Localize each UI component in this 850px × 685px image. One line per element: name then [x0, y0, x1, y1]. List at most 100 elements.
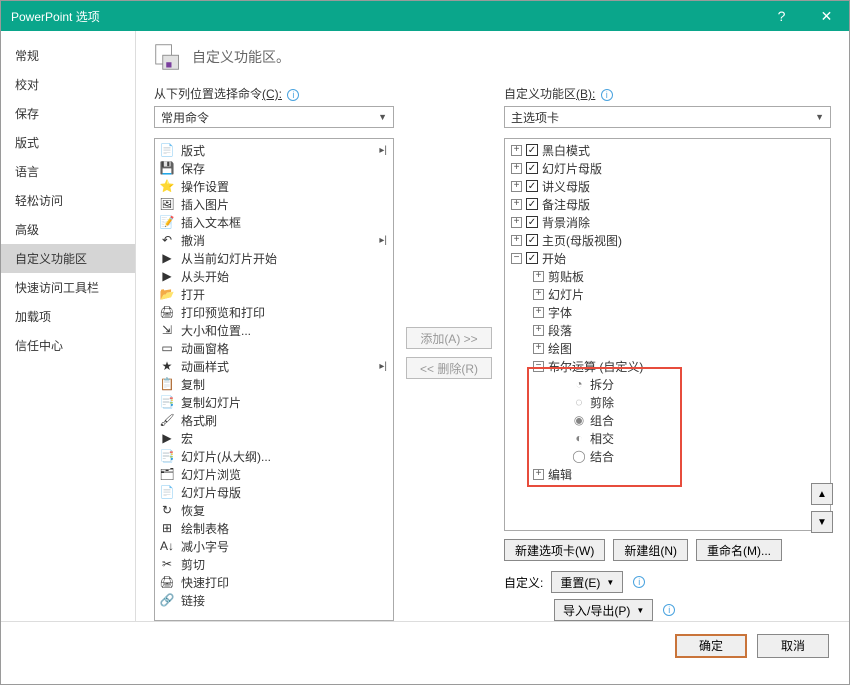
move-up-button[interactable]: ▲ — [811, 483, 833, 505]
command-item[interactable]: ⊞绘制表格 — [155, 519, 393, 537]
tree-node[interactable]: +幻灯片 — [505, 285, 830, 303]
ok-button[interactable]: 确定 — [675, 634, 747, 658]
expand-toggle[interactable]: + — [533, 469, 544, 480]
checkbox[interactable]: ✓ — [526, 216, 538, 228]
sidebar-item[interactable]: 常规 — [1, 41, 135, 70]
tree-node[interactable]: +段落 — [505, 321, 830, 339]
new-group-button[interactable]: 新建组(N) — [613, 539, 688, 561]
command-item[interactable]: ↶撤消▸| — [155, 231, 393, 249]
checkbox[interactable]: ✓ — [526, 198, 538, 210]
tree-node[interactable]: +✓讲义母版 — [505, 177, 830, 195]
command-item[interactable]: ✂剪切 — [155, 555, 393, 573]
command-item[interactable]: 🗂幻灯片浏览 — [155, 465, 393, 483]
help-button[interactable]: ? — [759, 1, 804, 31]
expand-toggle[interactable]: + — [533, 307, 544, 318]
expand-toggle[interactable]: + — [511, 163, 522, 174]
expand-toggle[interactable]: + — [533, 289, 544, 300]
sidebar-item[interactable]: 轻松访问 — [1, 186, 135, 215]
sidebar-item[interactable]: 校对 — [1, 70, 135, 99]
command-item[interactable]: 📝插入文本框 — [155, 213, 393, 231]
import-export-button[interactable]: 导入/导出(P)▼ — [554, 599, 653, 621]
checkbox[interactable]: ✓ — [526, 162, 538, 174]
tree-node[interactable]: ◉组合 — [505, 411, 830, 429]
info-icon[interactable]: i — [633, 576, 645, 588]
info-icon[interactable]: i — [663, 604, 675, 616]
tree-node[interactable]: +字体 — [505, 303, 830, 321]
command-icon: ⇲ — [159, 322, 175, 338]
tree-node[interactable]: +绘图 — [505, 339, 830, 357]
sidebar-item[interactable]: 高级 — [1, 215, 135, 244]
command-item[interactable]: 📄幻灯片母版 — [155, 483, 393, 501]
command-item[interactable]: 📑幻灯片(从大纲)... — [155, 447, 393, 465]
command-item[interactable]: 🖨快速打印 — [155, 573, 393, 591]
command-item[interactable]: ▶从头开始 — [155, 267, 393, 285]
rename-button[interactable]: 重命名(M)... — [696, 539, 782, 561]
checkbox[interactable]: ✓ — [526, 234, 538, 246]
tree-node[interactable]: ◐相交 — [505, 429, 830, 447]
command-item[interactable]: ★动画样式▸| — [155, 357, 393, 375]
move-down-button[interactable]: ▼ — [811, 511, 833, 533]
cancel-button[interactable]: 取消 — [757, 634, 829, 658]
command-icon: 🖌 — [159, 412, 175, 428]
expand-toggle[interactable]: − — [511, 253, 522, 264]
expand-toggle[interactable]: − — [533, 361, 544, 372]
tree-node[interactable]: +✓主页(母版视图) — [505, 231, 830, 249]
sidebar-item[interactable]: 保存 — [1, 99, 135, 128]
command-item[interactable]: ▶宏 — [155, 429, 393, 447]
command-item[interactable]: 🖌格式刷 — [155, 411, 393, 429]
tree-node[interactable]: ◌剪除 — [505, 393, 830, 411]
command-item[interactable]: ⭐操作设置 — [155, 177, 393, 195]
command-item[interactable]: 📑复制幻灯片 — [155, 393, 393, 411]
tree-node[interactable]: +✓幻灯片母版 — [505, 159, 830, 177]
expand-toggle[interactable]: + — [533, 325, 544, 336]
tree-node[interactable]: +✓黑白模式 — [505, 141, 830, 159]
command-item[interactable]: A↓减小字号 — [155, 537, 393, 555]
command-item[interactable]: 📋复制 — [155, 375, 393, 393]
ribbon-target-combo[interactable]: 主选项卡 ▼ — [504, 106, 831, 128]
expand-toggle[interactable]: + — [511, 145, 522, 156]
info-icon[interactable]: i — [287, 89, 299, 101]
command-item[interactable]: 🖨打印预览和打印 — [155, 303, 393, 321]
command-item[interactable]: ▭动画窗格 — [155, 339, 393, 357]
info-icon[interactable]: i — [601, 89, 613, 101]
commands-list[interactable]: 📄版式▸|💾保存⭐操作设置🖼插入图片📝插入文本框↶撤消▸|▶从当前幻灯片开始▶从… — [154, 138, 394, 621]
reset-button[interactable]: 重置(E)▼ — [551, 571, 623, 593]
expand-toggle[interactable]: + — [511, 217, 522, 228]
tree-node[interactable]: +✓背景消除 — [505, 213, 830, 231]
checkbox[interactable]: ✓ — [526, 144, 538, 156]
add-button[interactable]: 添加(A) >> — [406, 327, 492, 349]
command-item[interactable]: ⇲大小和位置... — [155, 321, 393, 339]
expand-toggle[interactable]: + — [511, 199, 522, 210]
command-item[interactable]: 📄版式▸| — [155, 141, 393, 159]
new-tab-button[interactable]: 新建选项卡(W) — [504, 539, 605, 561]
command-item[interactable]: 💾保存 — [155, 159, 393, 177]
close-button[interactable]: ✕ — [804, 1, 849, 31]
commands-source-combo[interactable]: 常用命令 ▼ — [154, 106, 394, 128]
command-item[interactable]: ↻恢复 — [155, 501, 393, 519]
sidebar-item[interactable]: 自定义功能区 — [1, 244, 135, 273]
sidebar-item[interactable]: 版式 — [1, 128, 135, 157]
expand-toggle[interactable]: + — [511, 235, 522, 246]
command-item[interactable]: 🔗链接 — [155, 591, 393, 609]
tree-node[interactable]: +编辑 — [505, 465, 830, 483]
checkbox[interactable]: ✓ — [526, 180, 538, 192]
command-item[interactable]: 🖼插入图片 — [155, 195, 393, 213]
sidebar-item[interactable]: 信任中心 — [1, 331, 135, 360]
expand-toggle[interactable]: + — [533, 343, 544, 354]
checkbox[interactable]: ✓ — [526, 252, 538, 264]
tree-node[interactable]: +✓备注母版 — [505, 195, 830, 213]
sidebar-item[interactable]: 加载项 — [1, 302, 135, 331]
ribbon-tree[interactable]: +✓黑白模式+✓幻灯片母版+✓讲义母版+✓备注母版+✓背景消除+✓主页(母版视图… — [504, 138, 831, 531]
tree-node[interactable]: +剪贴板 — [505, 267, 830, 285]
tree-node[interactable]: −✓开始 — [505, 249, 830, 267]
remove-button[interactable]: << 删除(R) — [406, 357, 492, 379]
sidebar-item[interactable]: 快速访问工具栏 — [1, 273, 135, 302]
sidebar-item[interactable]: 语言 — [1, 157, 135, 186]
expand-toggle[interactable]: + — [511, 181, 522, 192]
tree-node[interactable]: ◯结合 — [505, 447, 830, 465]
tree-node[interactable]: −布尔运算 (自定义) — [505, 357, 830, 375]
expand-toggle[interactable]: + — [533, 271, 544, 282]
tree-node[interactable]: ◔拆分 — [505, 375, 830, 393]
command-item[interactable]: 📂打开 — [155, 285, 393, 303]
command-item[interactable]: ▶从当前幻灯片开始 — [155, 249, 393, 267]
